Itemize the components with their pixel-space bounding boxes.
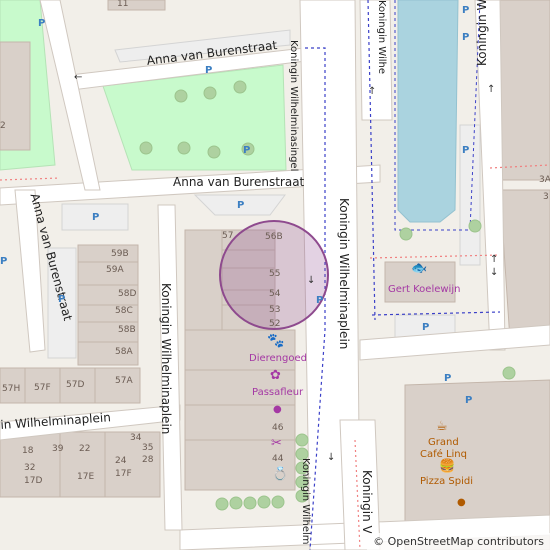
- house-number: 57A: [115, 376, 133, 386]
- house-number: 46: [272, 423, 284, 433]
- house-number: 57H: [2, 384, 21, 394]
- house-number: 59A: [106, 265, 124, 275]
- map-attribution[interactable]: © OpenStreetMap contributors: [367, 533, 550, 550]
- house-number: 58A: [115, 347, 133, 357]
- parking-icon[interactable]: P: [465, 395, 472, 406]
- house-number: 34: [130, 433, 142, 443]
- house-number: 39: [52, 444, 64, 454]
- cafe-icon[interactable]: ☕: [436, 420, 448, 433]
- poi-gert-koelewijn[interactable]: Gert Koelewijn: [388, 285, 460, 295]
- house-number: 11: [117, 0, 129, 9]
- canal-water: [397, 0, 459, 223]
- parking-icon[interactable]: P: [462, 5, 469, 16]
- parking-icon[interactable]: P: [92, 212, 99, 223]
- parking-icon[interactable]: P: [38, 18, 45, 29]
- poi-pizza-spidi[interactable]: Pizza Spidi: [420, 477, 473, 487]
- house-number: 53: [269, 305, 281, 315]
- house-number: 32: [24, 463, 36, 473]
- street-label-kw-singel: Koningin Wilhelminasingel: [288, 40, 299, 172]
- parking-icon[interactable]: P: [205, 65, 212, 76]
- house-number: 44: [272, 454, 284, 464]
- house-number: 3A: [539, 175, 550, 185]
- house-number: 2: [0, 121, 6, 131]
- street-label-kw-bottom-a: Koningin Wilhelm: [300, 458, 311, 545]
- house-number: 17F: [115, 469, 132, 479]
- street-label-kw-top-b: Koningin W: [475, 0, 489, 66]
- poi-dot-icon: ●: [273, 404, 282, 415]
- parking-icon[interactable]: P: [316, 295, 323, 306]
- svg-text:↑: ↑: [487, 84, 495, 95]
- house-number: 52: [269, 319, 281, 329]
- hairdresser-icon[interactable]: ✂: [271, 437, 282, 450]
- house-number: 55: [269, 269, 281, 279]
- house-number: 57D: [66, 380, 85, 390]
- food-dot-icon: ●: [457, 497, 466, 508]
- building: [0, 41, 31, 151]
- svg-text:↑: ↑: [368, 86, 376, 97]
- parking-icon[interactable]: P: [444, 373, 451, 384]
- parking-icon[interactable]: P: [58, 294, 65, 305]
- house-number: 18: [22, 446, 34, 456]
- poi-grand[interactable]: Grand: [428, 438, 459, 448]
- house-number: 17D: [24, 476, 43, 486]
- house-number: 58D: [118, 289, 137, 299]
- house-number: 17E: [77, 472, 95, 482]
- house-number: 35: [142, 443, 154, 453]
- street-label-kw-bottom-b: Koningin V: [360, 470, 374, 534]
- street-label-anna-mid: Anna van Burenstraat: [173, 175, 305, 189]
- house-number: 3: [543, 192, 549, 202]
- house-number: 58C: [115, 306, 133, 316]
- parking-icon[interactable]: P: [462, 145, 469, 156]
- parking-icon[interactable]: P: [0, 256, 7, 267]
- pet-shop-icon[interactable]: 🐾: [267, 334, 284, 348]
- house-number: 22: [79, 444, 91, 454]
- poi-dierengoed[interactable]: Dierengoed: [249, 354, 307, 364]
- house-number: 24: [115, 456, 127, 466]
- fast-food-icon[interactable]: 🍔: [439, 460, 455, 473]
- house-number: 54: [269, 289, 281, 299]
- house-number: 57F: [34, 383, 51, 393]
- parking-icon[interactable]: P: [462, 32, 469, 43]
- house-number: 59B: [111, 249, 129, 259]
- svg-text:↑: ↑: [490, 254, 498, 265]
- florist-icon[interactable]: ✿: [270, 369, 281, 382]
- street-label-kw-plein: Koningin Wilhelminaplein: [337, 198, 351, 350]
- house-number: 56B: [265, 232, 283, 242]
- svg-text:↓: ↓: [327, 452, 335, 463]
- street-label-kw-plein-left: Koningin Wilhelminaplein: [159, 283, 173, 435]
- street-label-kw-top-a: Koningin Wilhe: [376, 0, 387, 74]
- house-number: 28: [142, 455, 154, 465]
- svg-text:←: ←: [74, 72, 82, 83]
- svg-text:↓: ↓: [307, 275, 315, 286]
- jewelry-icon[interactable]: 💍: [272, 468, 288, 481]
- fish-shop-icon[interactable]: 🐟: [411, 262, 427, 275]
- house-number: 58B: [118, 325, 136, 335]
- svg-text:↓: ↓: [490, 267, 498, 278]
- house-number: 57: [222, 231, 234, 241]
- parking-icon[interactable]: P: [243, 145, 250, 156]
- parking-icon[interactable]: P: [237, 200, 244, 211]
- poi-passafleur[interactable]: Passafleur: [252, 388, 303, 398]
- parking-icon[interactable]: P: [422, 322, 429, 333]
